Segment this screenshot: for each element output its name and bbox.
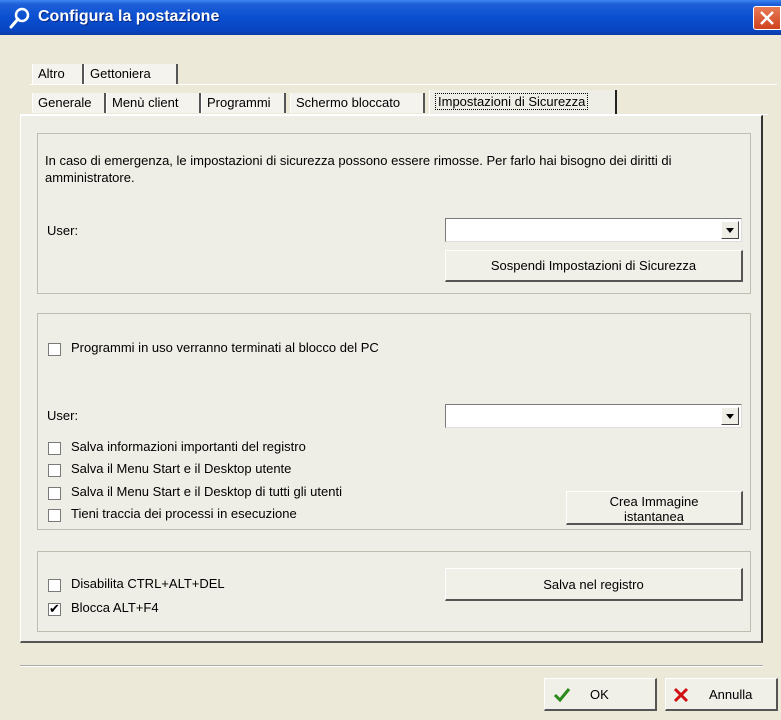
- block-alt-f4-checkbox[interactable]: [48, 601, 61, 617]
- chevron-down-icon[interactable]: [721, 407, 739, 425]
- ok-label: OK: [590, 687, 609, 702]
- suspend-security-button[interactable]: Sospendi Impostazioni di Sicurezza: [445, 250, 743, 282]
- tab-impostazioni-sicurezza[interactable]: Impostazioni di Sicurezza: [429, 90, 617, 114]
- save-user-desktop-label: Salva il Menu Start e il Desktop utente: [71, 461, 292, 476]
- save-registry-label: Salva informazioni importanti del regist…: [71, 439, 306, 454]
- lock-user-combo[interactable]: [445, 404, 742, 428]
- tab-programmi[interactable]: Programmi: [201, 93, 286, 113]
- save-registry-checkbox[interactable]: [48, 442, 61, 455]
- save-all-desktop-label: Salva il Menu Start e il Desktop di tutt…: [71, 484, 342, 499]
- cancel-label: Annulla: [709, 687, 753, 702]
- tab-generale[interactable]: Generale: [32, 93, 106, 113]
- terminate-programs-label: Programmi in uso verranno terminati al b…: [71, 340, 379, 355]
- save-registry-button[interactable]: Salva nel registro: [445, 568, 743, 601]
- track-processes-label: Tieni traccia dei processi in esecuzione: [71, 506, 297, 521]
- emergency-user-label: User:: [47, 223, 79, 238]
- x-icon: [673, 687, 689, 703]
- tab-menu-client[interactable]: Menù client: [106, 93, 201, 113]
- chevron-down-icon[interactable]: [721, 221, 739, 239]
- cancel-button[interactable]: Annulla: [665, 678, 778, 711]
- checkmark-icon: [553, 688, 571, 703]
- emergency-description: In caso di emergenza, le impostazioni di…: [45, 153, 672, 185]
- tab-strip-border: [30, 84, 777, 85]
- block-alt-f4-label: Blocca ALT+F4: [71, 600, 159, 615]
- wrench-icon: [9, 7, 30, 29]
- tab-gettoniera[interactable]: Gettoniera: [84, 64, 178, 84]
- ok-button[interactable]: OK: [544, 678, 657, 711]
- disable-ctrl-alt-del-label: Disabilita CTRL+ALT+DEL: [71, 576, 225, 591]
- footer-separator: [20, 665, 763, 667]
- disable-ctrl-alt-del-checkbox[interactable]: [48, 579, 61, 592]
- terminate-programs-checkbox[interactable]: [48, 343, 61, 356]
- window-title: Configura la postazione: [38, 8, 220, 25]
- save-all-desktop-checkbox[interactable]: [48, 487, 61, 500]
- title-bar[interactable]: Configura la postazione: [0, 0, 781, 35]
- track-processes-checkbox[interactable]: [48, 509, 61, 522]
- save-user-desktop-checkbox[interactable]: [48, 464, 61, 477]
- tab-schermo-bloccato[interactable]: Schermo bloccato: [290, 93, 425, 113]
- tab-altro[interactable]: Altro: [32, 64, 84, 84]
- emergency-user-combo[interactable]: [445, 218, 742, 242]
- close-icon: [760, 11, 774, 25]
- create-snapshot-button[interactable]: Crea Immagine istantanea: [566, 491, 743, 525]
- lock-user-label: User:: [47, 408, 79, 423]
- close-button[interactable]: [753, 6, 781, 30]
